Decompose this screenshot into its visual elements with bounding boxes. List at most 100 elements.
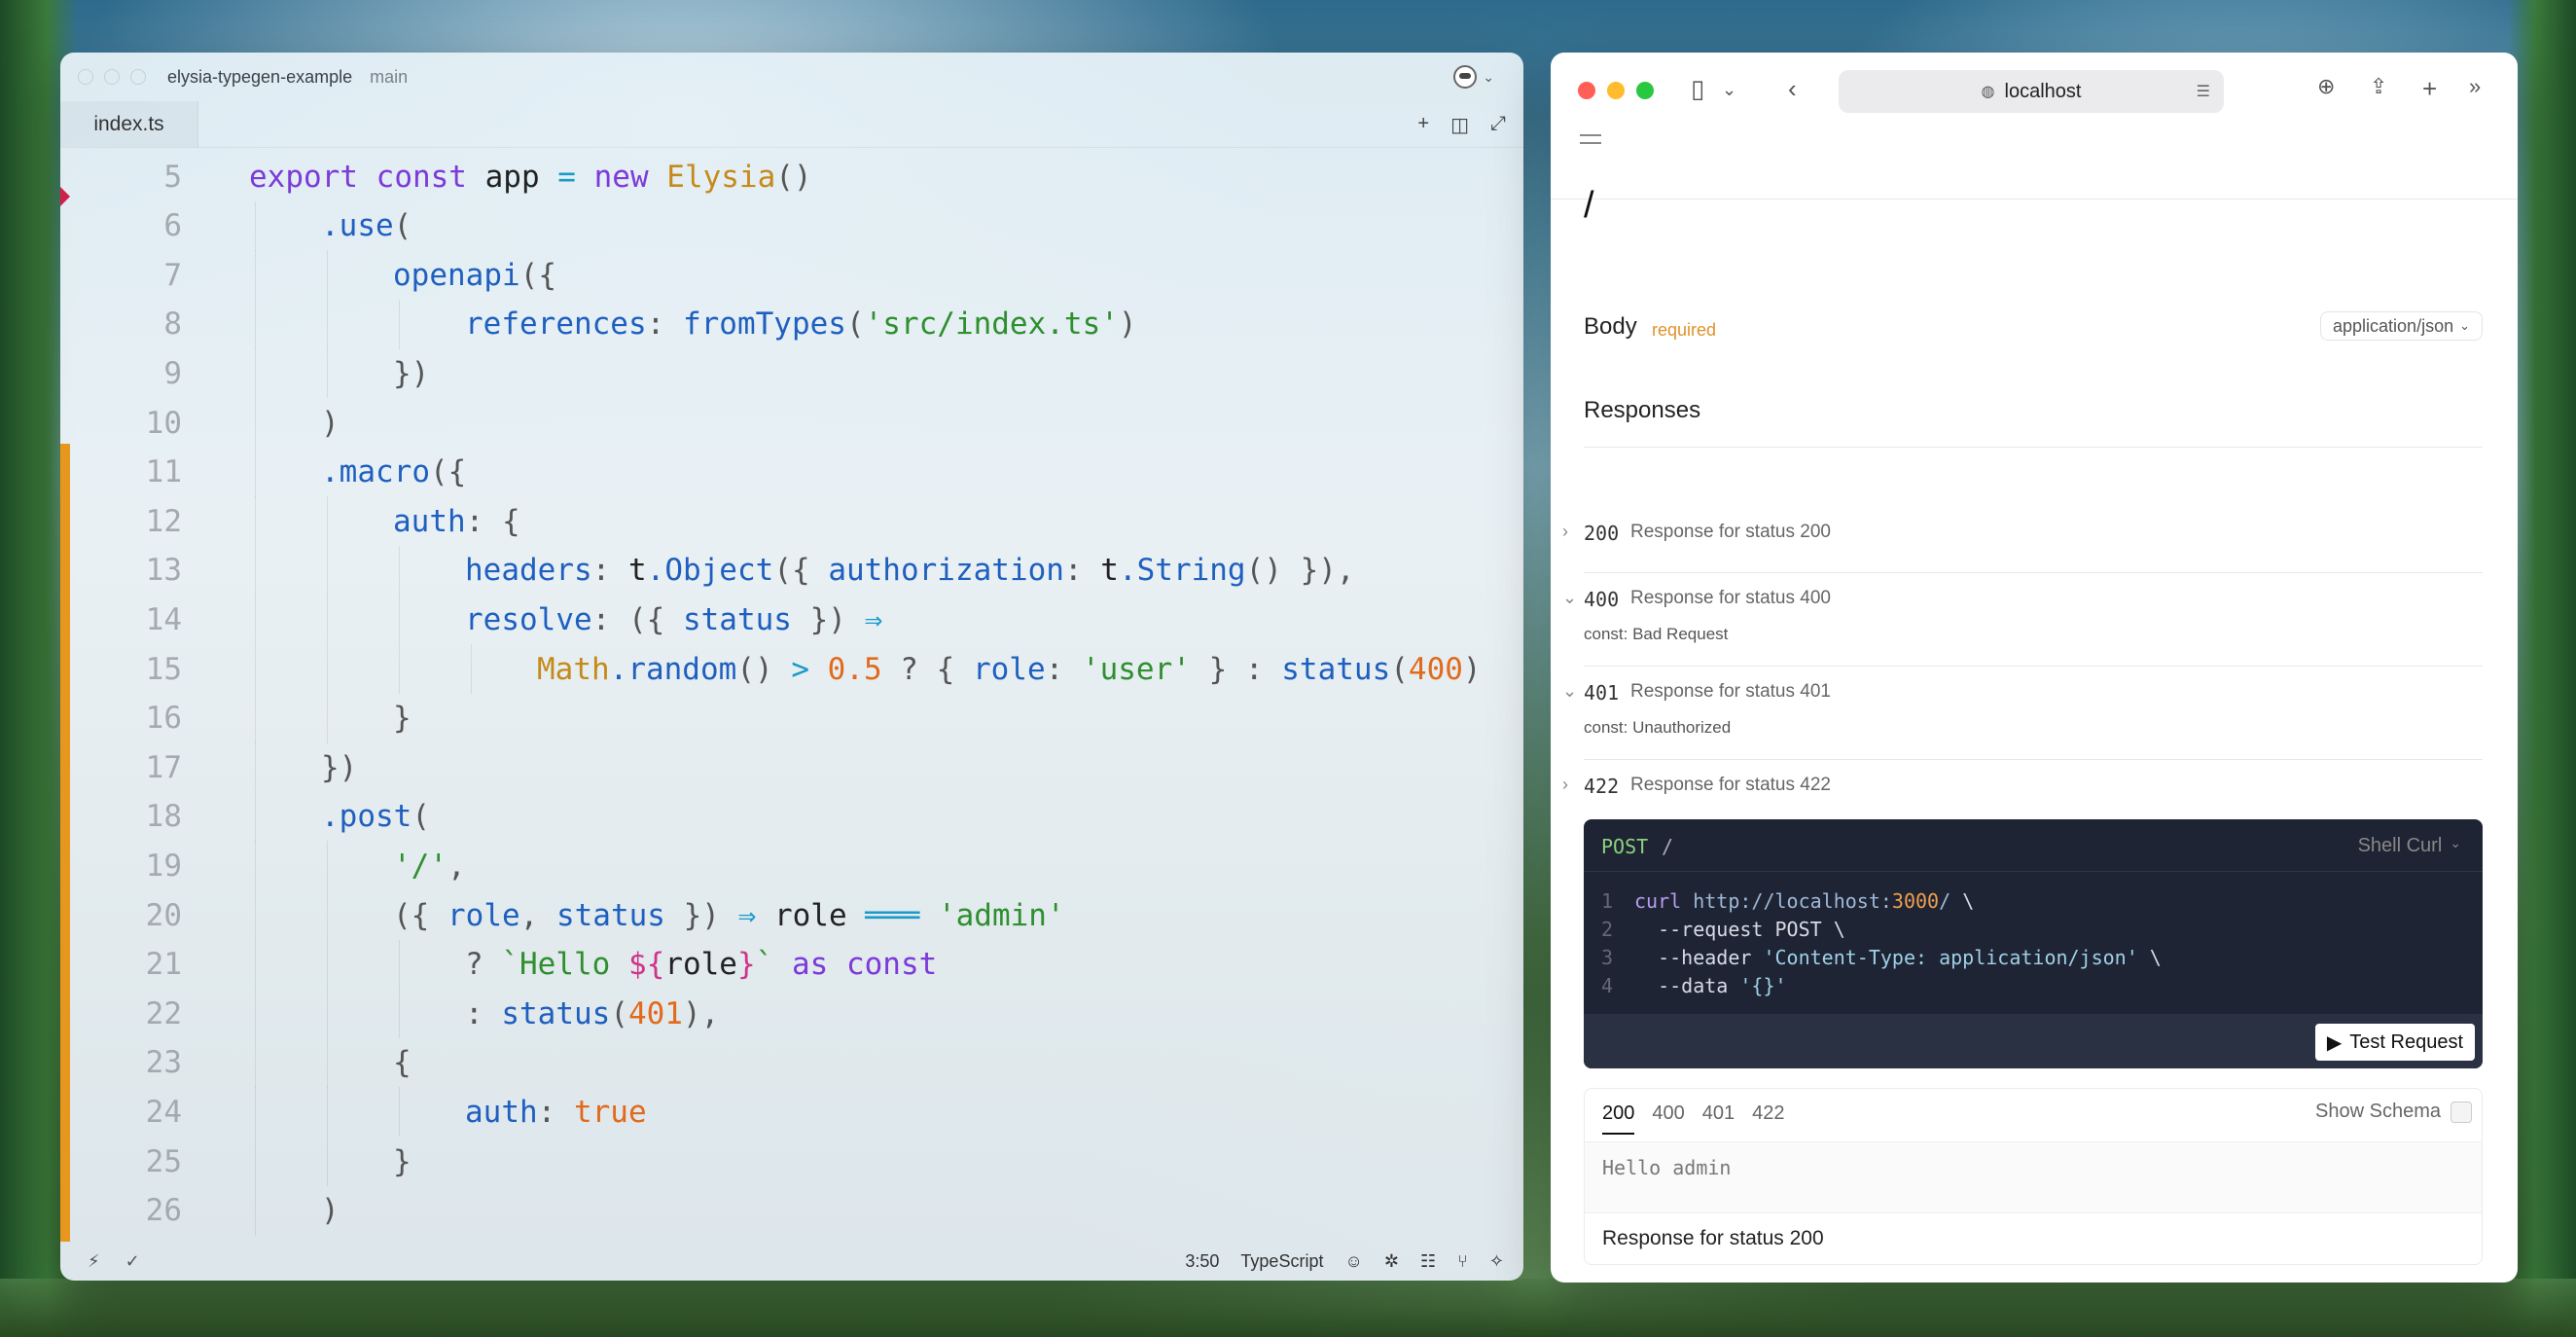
tab-status-401[interactable]: 401 [1702,1102,1735,1135]
code-line[interactable]: 18 .post( [60,791,1523,842]
chevron-right-icon[interactable]: › [1562,522,1568,542]
branch-name[interactable]: main [370,67,408,88]
code-line[interactable]: 25} [60,1137,1523,1186]
language-mode[interactable]: TypeScript [1240,1251,1323,1272]
overflow-icon[interactable]: » [2469,74,2481,99]
line-number[interactable]: 26 [60,1193,182,1228]
line-number[interactable]: 5 [60,160,182,195]
content-type-select[interactable]: application/json ⌄ [2320,311,2483,341]
close-button[interactable] [78,69,93,85]
status-description: Response for status 401 [1630,681,1831,702]
show-schema-checkbox[interactable] [2451,1101,2472,1123]
code-line[interactable]: 19 '/', [60,841,1523,891]
line-number[interactable]: 23 [60,1045,182,1080]
code-line[interactable]: 10) [60,398,1523,448]
zoom-button[interactable] [1636,82,1654,99]
outline-icon[interactable]: ☷ [1420,1251,1436,1272]
line-number[interactable]: 19 [60,849,182,884]
indent-guide [255,1087,256,1138]
code-line[interactable]: 23 { [60,1037,1523,1088]
copilot-icon[interactable]: ☺ [1344,1251,1362,1272]
reader-icon[interactable]: ☰ [2197,82,2210,101]
code-line[interactable]: 13 headers: t.Object({ authorization: t.S… [60,545,1523,596]
line-number[interactable]: 8 [60,307,182,342]
code-line[interactable]: 11 .macro({ [60,447,1523,497]
show-schema-toggle[interactable]: Show Schema [2315,1101,2472,1123]
line-number[interactable]: 16 [60,701,182,736]
test-request-button[interactable]: ▶ Test Request [2314,1024,2475,1061]
line-number[interactable]: 18 [60,799,182,834]
line-number[interactable]: 15 [60,652,182,687]
line-number[interactable]: 13 [60,553,182,588]
line-number[interactable]: 17 [60,750,182,785]
chevron-down-icon[interactable]: ⌄ [1722,80,1736,100]
code-token: ⇒ [737,897,774,933]
code-token: : [1063,553,1101,589]
code-token: openapi [393,257,520,293]
new-tab-icon[interactable]: + [2422,74,2437,104]
line-number[interactable]: 6 [60,208,182,243]
code-line[interactable]: 15 Math.random() > 0.5 ? { role: 'user' }… [60,644,1523,694]
check-icon[interactable]: ✓ [125,1251,140,1272]
sidebar-icon[interactable]: ▯ [1691,74,1704,104]
project-name[interactable]: elysia-typegen-example [167,67,352,88]
close-button[interactable] [1578,82,1595,99]
avatar[interactable] [1453,65,1478,89]
expand-icon[interactable]: ⤢ [1490,113,1506,137]
code-line[interactable]: 7 openapi({ [60,250,1523,301]
code-line[interactable]: 17}) [60,742,1523,793]
code-line[interactable]: 14 resolve: ({ status }) ⇒ [60,595,1523,645]
chevron-down-icon[interactable]: ⌄ [1562,681,1577,702]
line-number[interactable]: 25 [60,1144,182,1179]
split-pane-icon[interactable]: ◫ [1450,113,1469,137]
code-line[interactable]: 24 auth: true [60,1087,1523,1138]
assistant-icon[interactable]: ✧ [1489,1251,1504,1272]
line-number[interactable]: 20 [60,898,182,933]
code-line[interactable]: 16} [60,693,1523,743]
address-bar[interactable]: ◍ localhost ☰ [1839,70,2224,113]
minimize-button[interactable] [1607,82,1625,99]
code-line[interactable]: 26) [60,1185,1523,1236]
indent-guide [327,890,328,940]
code-text: }) [321,750,357,785]
chevron-down-icon[interactable]: ⌄ [1562,588,1577,608]
minimize-button[interactable] [104,69,120,85]
zoom-button[interactable] [130,69,146,85]
window-controls[interactable] [78,69,146,85]
code-line[interactable]: 22: status(401), [60,989,1523,1039]
branch-icon[interactable]: ⑂ [1457,1251,1468,1272]
line-number[interactable]: 11 [60,454,182,489]
line-number: 2 [1601,918,1614,941]
tab-status-422[interactable]: 422 [1752,1102,1784,1135]
share-icon[interactable]: ⇪ [2370,74,2387,99]
menu-icon[interactable] [1580,134,1601,150]
code-line[interactable]: 6 .use( [60,200,1523,251]
code-line[interactable]: 5 export const app = new Elysia() [60,152,1523,201]
plus-icon[interactable]: + [1417,113,1429,137]
line-number[interactable]: 7 [60,258,182,293]
code-line[interactable]: 8 references: fromTypes('src/index.ts') [60,299,1523,349]
tab-status-400[interactable]: 400 [1652,1102,1684,1135]
back-icon[interactable]: ‹ [1788,74,1797,104]
language-select[interactable]: Shell Curl ⌄ [2358,835,2461,857]
line-number[interactable]: 9 [60,356,182,391]
line-number[interactable]: 12 [60,504,182,539]
debug-icon[interactable]: ✲ [1384,1251,1399,1272]
line-number[interactable]: 10 [60,406,182,441]
code-line[interactable]: 12 auth: { [60,496,1523,547]
code-text: .use( [321,208,411,243]
line-number[interactable]: 14 [60,602,182,637]
user-menu[interactable]: ⌄ [1453,65,1494,89]
code-line[interactable]: 9}) [60,348,1523,399]
line-number[interactable]: 24 [60,1095,182,1130]
chevron-right-icon[interactable]: › [1562,775,1568,795]
tab-index-ts[interactable]: index.ts [60,101,198,148]
line-number[interactable]: 21 [60,947,182,982]
cursor-position[interactable]: 3:50 [1185,1251,1219,1272]
code-line[interactable]: 21? `Hello ${role}` as const [60,939,1523,990]
code-line[interactable]: 20 ({ role, status }) ⇒ role ═══ 'admin' [60,890,1523,940]
lightning-icon[interactable]: ⚡ [88,1251,100,1272]
download-icon[interactable]: ⊕ [2317,74,2335,99]
line-number[interactable]: 22 [60,996,182,1031]
tab-status-200[interactable]: 200 [1602,1102,1635,1135]
